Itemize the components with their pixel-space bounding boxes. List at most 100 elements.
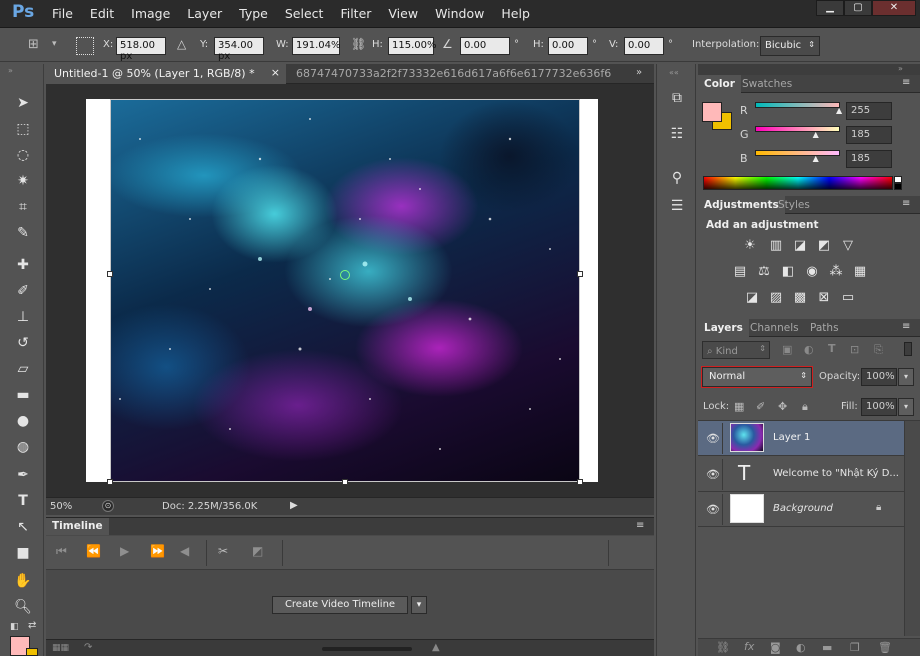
clone-stamp-tool-icon[interactable]: ⊥ <box>8 306 38 328</box>
height-field[interactable]: 115.00% <box>388 37 437 55</box>
render-video-icon[interactable]: ▦▦ <box>52 643 69 653</box>
menu-edit[interactable]: Edit <box>90 6 114 21</box>
layer-style-fx-icon[interactable]: fx <box>744 640 754 653</box>
visibility-eye-icon[interactable]: 👁︎ <box>706 468 720 481</box>
transition-icon[interactable]: ◩ <box>252 544 263 558</box>
zoom-level[interactable]: 50% <box>50 501 72 512</box>
collapse-arrows-icon[interactable]: » <box>8 66 13 75</box>
crop-tool-icon[interactable]: ⌗ <box>8 196 38 218</box>
green-value[interactable]: 185 <box>846 126 892 144</box>
lock-transparent-icon[interactable]: ▦ <box>734 400 744 413</box>
rotate-field[interactable]: 0.00 <box>460 37 510 55</box>
blue-slider-thumb[interactable]: ▲ <box>813 154 819 163</box>
filter-pixel-icon[interactable]: ▣ <box>782 343 792 356</box>
hand-tool-icon[interactable]: ✋ <box>8 570 38 592</box>
selective-color-icon[interactable]: ⊠ <box>816 291 832 305</box>
filter-smart-object-icon[interactable]: ⎘ <box>874 343 883 357</box>
red-value[interactable]: 255 <box>846 102 892 120</box>
exposure-icon[interactable]: ◩ <box>816 239 832 253</box>
delete-layer-trash-icon[interactable]: 🗑︎ <box>878 641 892 654</box>
color-spectrum-ramp[interactable] <box>703 176 893 190</box>
adjustment-layer-icon[interactable]: ◐ <box>796 641 806 654</box>
interpolation-select[interactable]: Bicubic ⇕ <box>760 36 820 56</box>
layer-filter-kind-select[interactable]: ⌕ Kind ⇕ <box>702 341 770 359</box>
menu-window[interactable]: Window <box>435 6 484 21</box>
red-slider-thumb[interactable]: ▲ <box>836 106 842 115</box>
maximize-button[interactable]: ▢ <box>844 0 872 16</box>
menu-image[interactable]: Image <box>131 6 170 21</box>
black-white-icon[interactable]: ◧ <box>780 265 796 279</box>
collapse-arrows-icon[interactable]: «« <box>669 68 679 77</box>
move-tool-icon[interactable]: ➤ <box>8 92 38 114</box>
link-icon[interactable]: ⛓ <box>351 37 366 51</box>
next-frame-icon[interactable]: ⏩ <box>150 544 165 558</box>
transform-handle-left[interactable] <box>107 271 113 277</box>
gradient-map-icon[interactable]: ▭ <box>840 291 856 305</box>
path-selection-tool-icon[interactable]: ↖ <box>8 516 38 538</box>
brightness-contrast-icon[interactable]: ☀ <box>742 239 758 253</box>
close-button[interactable]: ✕ <box>872 0 916 16</box>
marquee-tool-icon[interactable]: ⬚ <box>8 118 38 140</box>
hskew-field[interactable]: 0.00 <box>548 37 588 55</box>
x-field[interactable]: 518.00 px <box>116 37 166 62</box>
tab-channels[interactable]: Channels <box>744 319 805 337</box>
eyedropper-tool-icon[interactable]: ✎ <box>8 222 38 244</box>
posterize-icon[interactable]: ▨ <box>768 291 784 305</box>
lasso-tool-icon[interactable]: ◌ <box>8 144 38 166</box>
transform-handle-right[interactable] <box>577 271 583 277</box>
menu-file[interactable]: File <box>52 6 73 21</box>
zoom-tool-icon[interactable]: 🔍︎ <box>8 596 38 618</box>
width-field[interactable]: 191.04% <box>292 37 341 55</box>
lock-position-icon[interactable]: ✥ <box>778 400 787 413</box>
transform-center-point[interactable] <box>340 270 350 280</box>
color-lookup-icon[interactable]: ▦ <box>852 265 868 279</box>
vibrance-icon[interactable]: ▤ <box>732 265 748 279</box>
visibility-eye-icon[interactable]: 👁︎ <box>706 503 720 516</box>
adjust-sliders-panel-icon[interactable]: ☰ <box>665 198 689 220</box>
lock-all-icon[interactable]: 🔒︎ <box>802 400 808 414</box>
canvas-area[interactable] <box>46 84 654 497</box>
invert-icon[interactable]: ◪ <box>744 291 760 305</box>
new-layer-icon[interactable]: ❐ <box>850 641 860 654</box>
lock-image-brush-icon[interactable]: ✐ <box>756 400 765 413</box>
visibility-eye-icon[interactable]: 👁︎ <box>706 432 720 445</box>
transform-handle-bottom[interactable] <box>342 479 348 485</box>
previous-frame-icon[interactable]: ⏪ <box>86 544 101 558</box>
tool-preset-chevron-icon[interactable]: ▾ <box>52 39 57 49</box>
rectangle-tool-icon[interactable]: ■ <box>8 542 38 564</box>
filter-shape-icon[interactable]: ⊡ <box>850 343 859 356</box>
more-tabs-icon[interactable]: » <box>636 67 642 78</box>
menu-view[interactable]: View <box>388 6 418 21</box>
blend-mode-select[interactable]: Normal ⇕ <box>701 366 813 388</box>
channel-mixer-icon[interactable]: ⁂ <box>828 265 844 279</box>
history-brush-tool-icon[interactable]: ↺ <box>8 332 38 354</box>
filter-toggle-switch[interactable] <box>904 342 912 356</box>
photo-filter-icon[interactable]: ◉ <box>804 265 820 279</box>
transform-tool-icon[interactable]: ⊞ <box>28 37 48 55</box>
first-frame-icon[interactable]: ⏮ <box>56 544 67 559</box>
new-group-folder-icon[interactable]: ▬ <box>822 641 832 654</box>
brush-tool-icon[interactable]: ✐ <box>8 280 38 302</box>
transform-bounding-box[interactable] <box>110 99 580 482</box>
eraser-tool-icon[interactable]: ▱ <box>8 358 38 380</box>
gradient-tool-icon[interactable]: ▬ <box>8 384 38 406</box>
tab-timeline[interactable]: Timeline <box>46 518 109 535</box>
timeline-options-chevron-icon[interactable]: ▾ <box>411 596 427 614</box>
color-balance-icon[interactable]: ⚖ <box>756 265 772 279</box>
y-field[interactable]: 354.00 px <box>214 37 264 62</box>
pen-tool-icon[interactable]: ✒ <box>8 464 38 486</box>
layer-row[interactable]: 👁︎ T Welcome to "Nhật Ký D... <box>698 457 904 492</box>
properties-panel-icon[interactable]: ☷ <box>665 126 689 148</box>
split-scissors-icon[interactable]: ✂ <box>218 544 228 558</box>
green-slider-thumb[interactable]: ▲ <box>813 130 819 139</box>
panel-menu-icon[interactable]: ≡ <box>636 520 644 531</box>
audio-icon[interactable]: ◀ <box>180 544 189 558</box>
red-slider[interactable] <box>755 102 840 108</box>
menu-layer[interactable]: Layer <box>187 6 222 21</box>
tab-close-icon[interactable]: × <box>271 66 280 79</box>
tab-second-document[interactable]: 68747470733a2f2f73332e616d617a6f6e617773… <box>288 64 618 84</box>
type-tool-icon[interactable]: T <box>8 490 38 512</box>
panel-menu-icon[interactable]: ≡ <box>902 198 910 209</box>
history-panel-icon[interactable]: ⧉ <box>665 90 689 112</box>
tab-paths[interactable]: Paths <box>804 319 845 337</box>
